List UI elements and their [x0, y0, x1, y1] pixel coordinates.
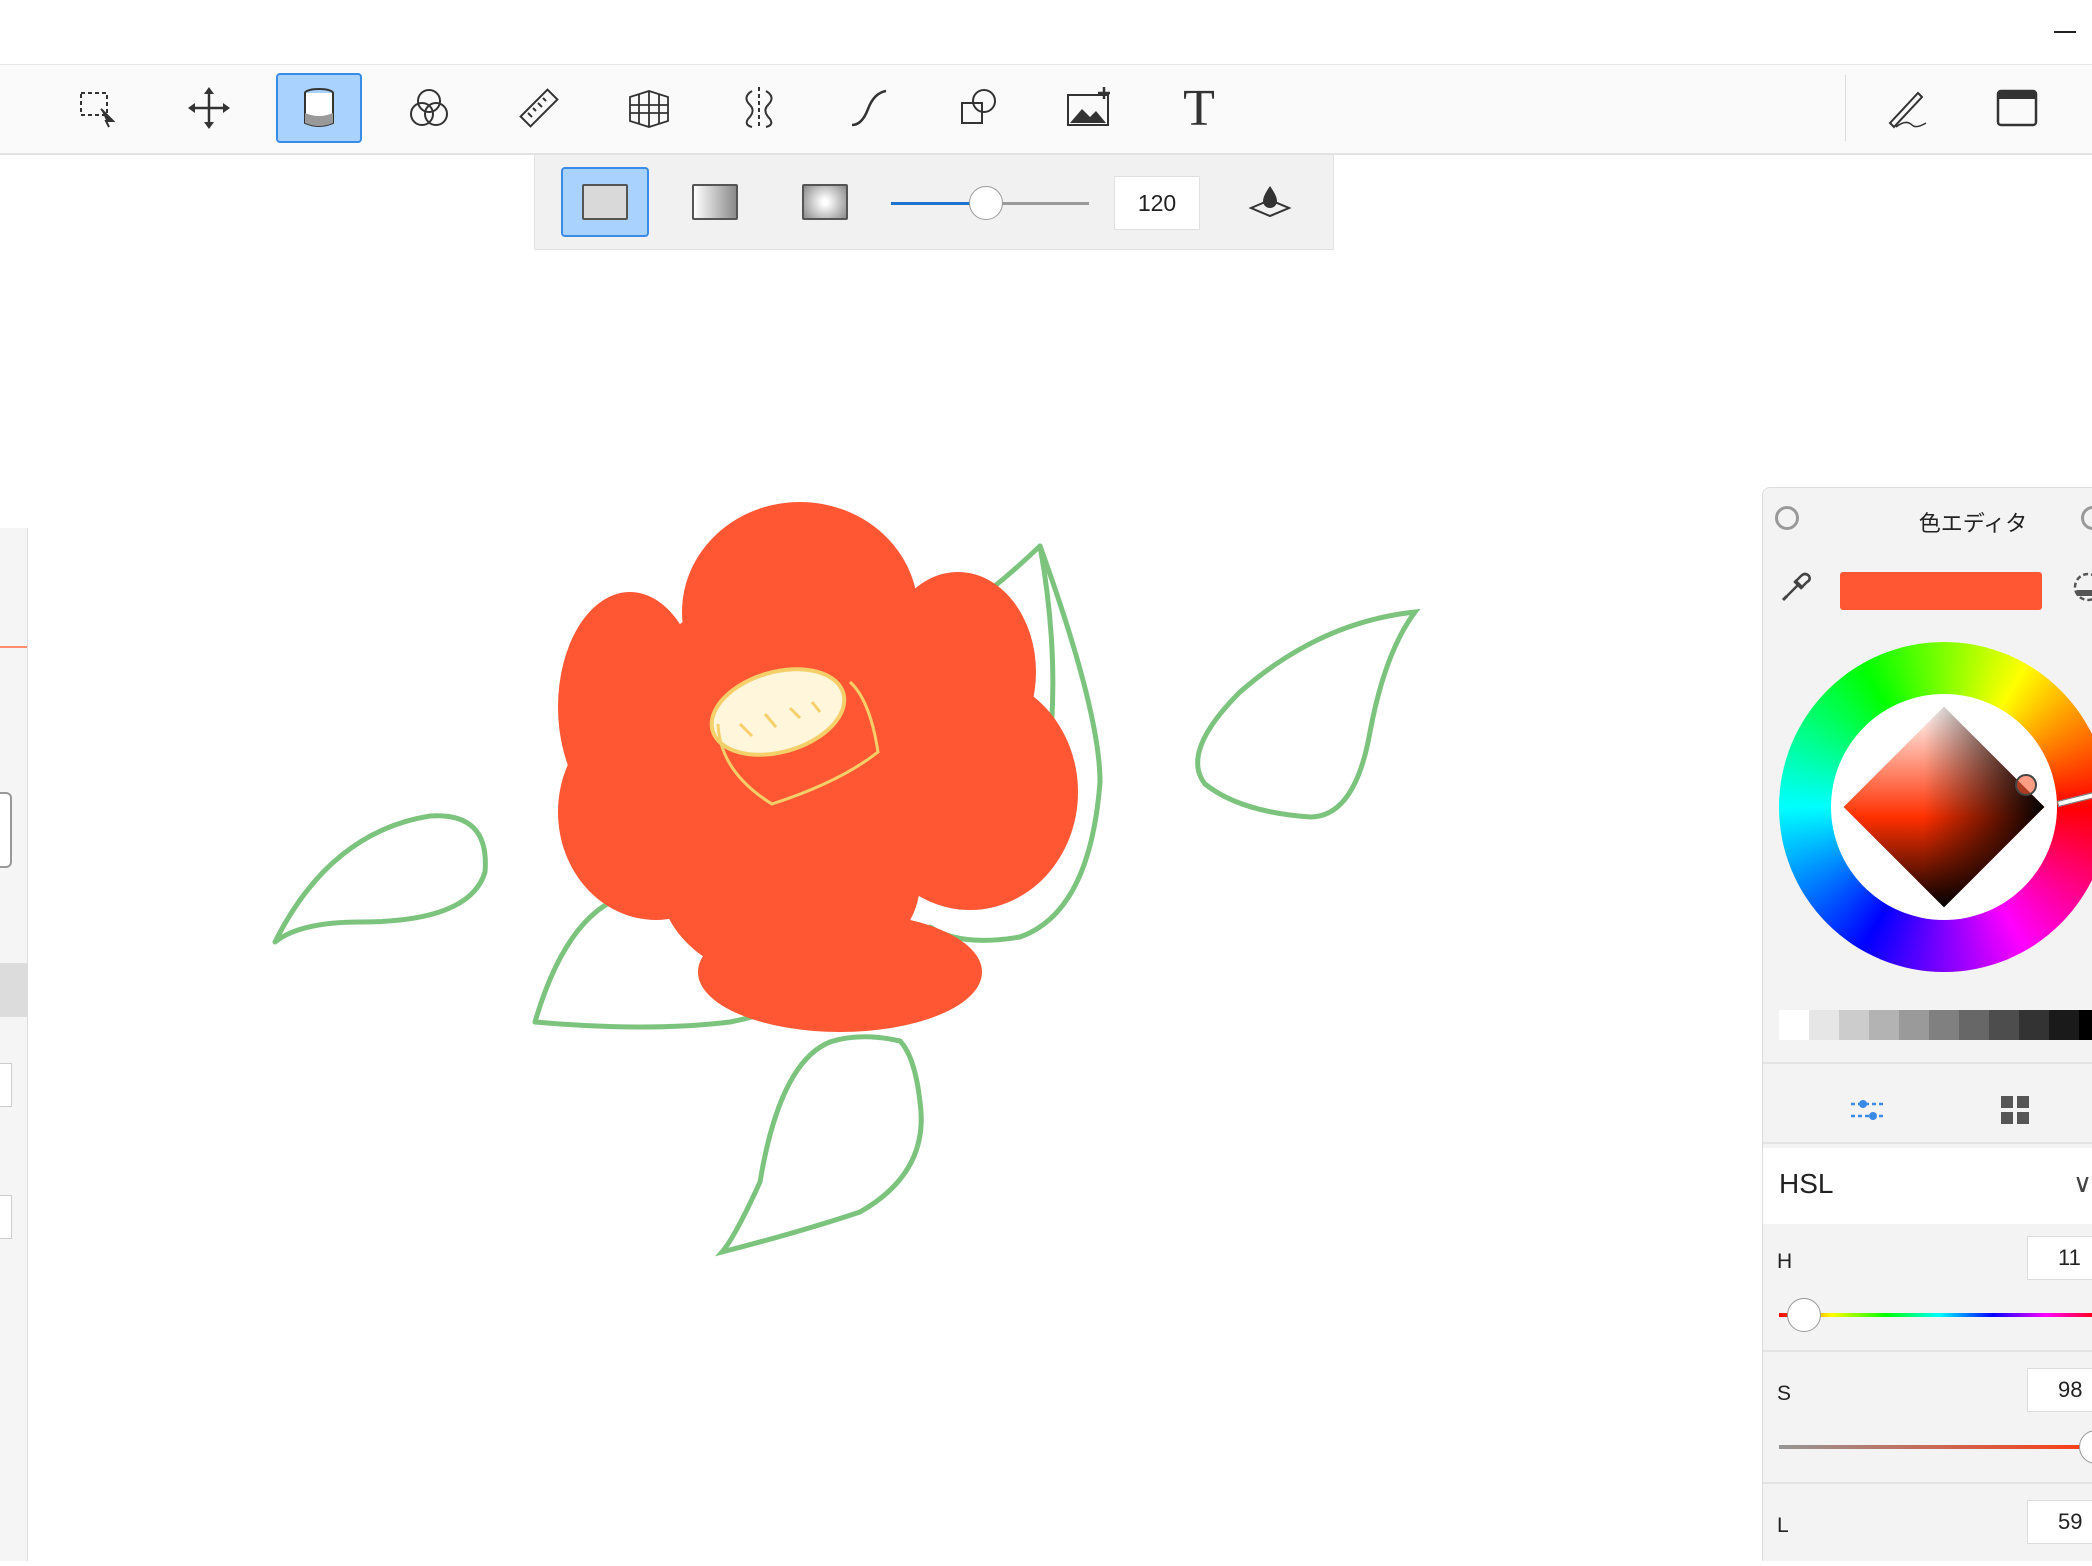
color-model-select[interactable]: HSL ∨: [1763, 1148, 2092, 1224]
paint-bucket-icon: [304, 88, 334, 127]
text-icon: T: [1183, 79, 1215, 137]
color-picker-marker[interactable]: [2015, 774, 2037, 796]
gray-palette: [1779, 1010, 2092, 1040]
divider: [1763, 1350, 2092, 1352]
hue-wheel[interactable]: [1779, 642, 2092, 972]
saturation-slider[interactable]: [1779, 1430, 2092, 1464]
palette-swatch[interactable]: [1989, 1010, 2019, 1040]
saturation-lightness-area: [1831, 694, 2057, 920]
image-tool-button[interactable]: [1046, 73, 1132, 143]
grid-icon: [2001, 1096, 2029, 1124]
hue-value-input[interactable]: 11: [2027, 1236, 2092, 1280]
palette-swatch[interactable]: [1779, 1010, 1809, 1040]
palette-swatch[interactable]: [2079, 1010, 2092, 1040]
curve-stroke-icon: [851, 89, 887, 127]
chevron-down-icon: ∨: [2073, 1168, 2092, 1198]
divider: [1763, 1482, 2092, 1484]
swatches-mode-button[interactable]: [1985, 1080, 2045, 1140]
lightness-label: L: [1777, 1514, 1789, 1537]
color-harmony-icon[interactable]: [2071, 570, 2092, 604]
color-editor-panel: 色エディタ HSL ∨ H 11 S 98 L 59: [1762, 487, 2092, 1561]
perspective-grid-icon: [629, 90, 669, 128]
hue-indicator[interactable]: [2056, 791, 2092, 807]
ruler-icon: [519, 88, 559, 128]
hue-slider-thumb[interactable]: [1787, 1298, 1821, 1332]
selection-tool-button[interactable]: [55, 73, 141, 143]
palette-swatch[interactable]: [1959, 1010, 1989, 1040]
palette-swatch[interactable]: [1839, 1010, 1869, 1040]
palette-swatch[interactable]: [1899, 1010, 1929, 1040]
saturation-label: S: [1777, 1382, 1792, 1405]
saturation-slider-thumb[interactable]: [2079, 1430, 2092, 1464]
symmetry-tool-button[interactable]: [716, 73, 802, 143]
add-image-icon: [1067, 87, 1110, 126]
text-tool-button[interactable]: T: [1156, 73, 1242, 143]
sl-diamond[interactable]: [1843, 706, 2045, 908]
hue-label: H: [1777, 1250, 1793, 1273]
divider: [1763, 1062, 2092, 1064]
perspective-tool-button[interactable]: [606, 73, 692, 143]
symmetry-icon: [745, 87, 773, 129]
window-icon: [1996, 89, 2038, 127]
shape-tool-button[interactable]: [936, 73, 1022, 143]
pen-mode-button[interactable]: [1864, 73, 1950, 143]
move-arrows-icon: [188, 87, 230, 129]
palette-swatch[interactable]: [2019, 1010, 2049, 1040]
color-editor-header: 色エディタ: [1763, 488, 2092, 550]
pen-icon: [1888, 91, 1927, 129]
minimize-button[interactable]: [2032, 0, 2092, 64]
fill-tool-button[interactable]: [276, 73, 362, 143]
lightness-value-input[interactable]: 59: [2027, 1500, 2092, 1544]
curve-tool-button[interactable]: [826, 73, 912, 143]
eyedropper-icon[interactable]: [1779, 568, 1815, 604]
saturation-value-input[interactable]: 98: [2027, 1368, 2092, 1412]
window-mode-button[interactable]: [1974, 73, 2060, 143]
palette-swatch[interactable]: [1809, 1010, 1839, 1040]
main-toolbar: T: [0, 64, 2092, 155]
blend-circles-icon: [410, 89, 448, 126]
divider: [1763, 1142, 2092, 1144]
color-model-label: HSL: [1779, 1168, 1834, 1199]
color-editor-title: 色エディタ: [1918, 511, 2028, 536]
palette-swatch[interactable]: [1869, 1010, 1899, 1040]
ruler-tool-button[interactable]: [496, 73, 582, 143]
lasso-select-icon: [80, 92, 116, 128]
layers-panel-edge[interactable]: [0, 528, 28, 1561]
blend-tool-button[interactable]: [386, 73, 472, 143]
toolbar-separator: [1845, 75, 1846, 141]
palette-swatch[interactable]: [1929, 1010, 1959, 1040]
shapes-icon: [961, 89, 996, 124]
current-color-swatch[interactable]: [1840, 572, 2042, 610]
transform-tool-button[interactable]: [166, 73, 252, 143]
sliders-mode-button[interactable]: [1837, 1080, 1897, 1140]
palette-swatch[interactable]: [2049, 1010, 2079, 1040]
sliders-icon: [1851, 1100, 1883, 1120]
hue-slider[interactable]: [1779, 1298, 2092, 1332]
title-bar: [0, 0, 2092, 64]
